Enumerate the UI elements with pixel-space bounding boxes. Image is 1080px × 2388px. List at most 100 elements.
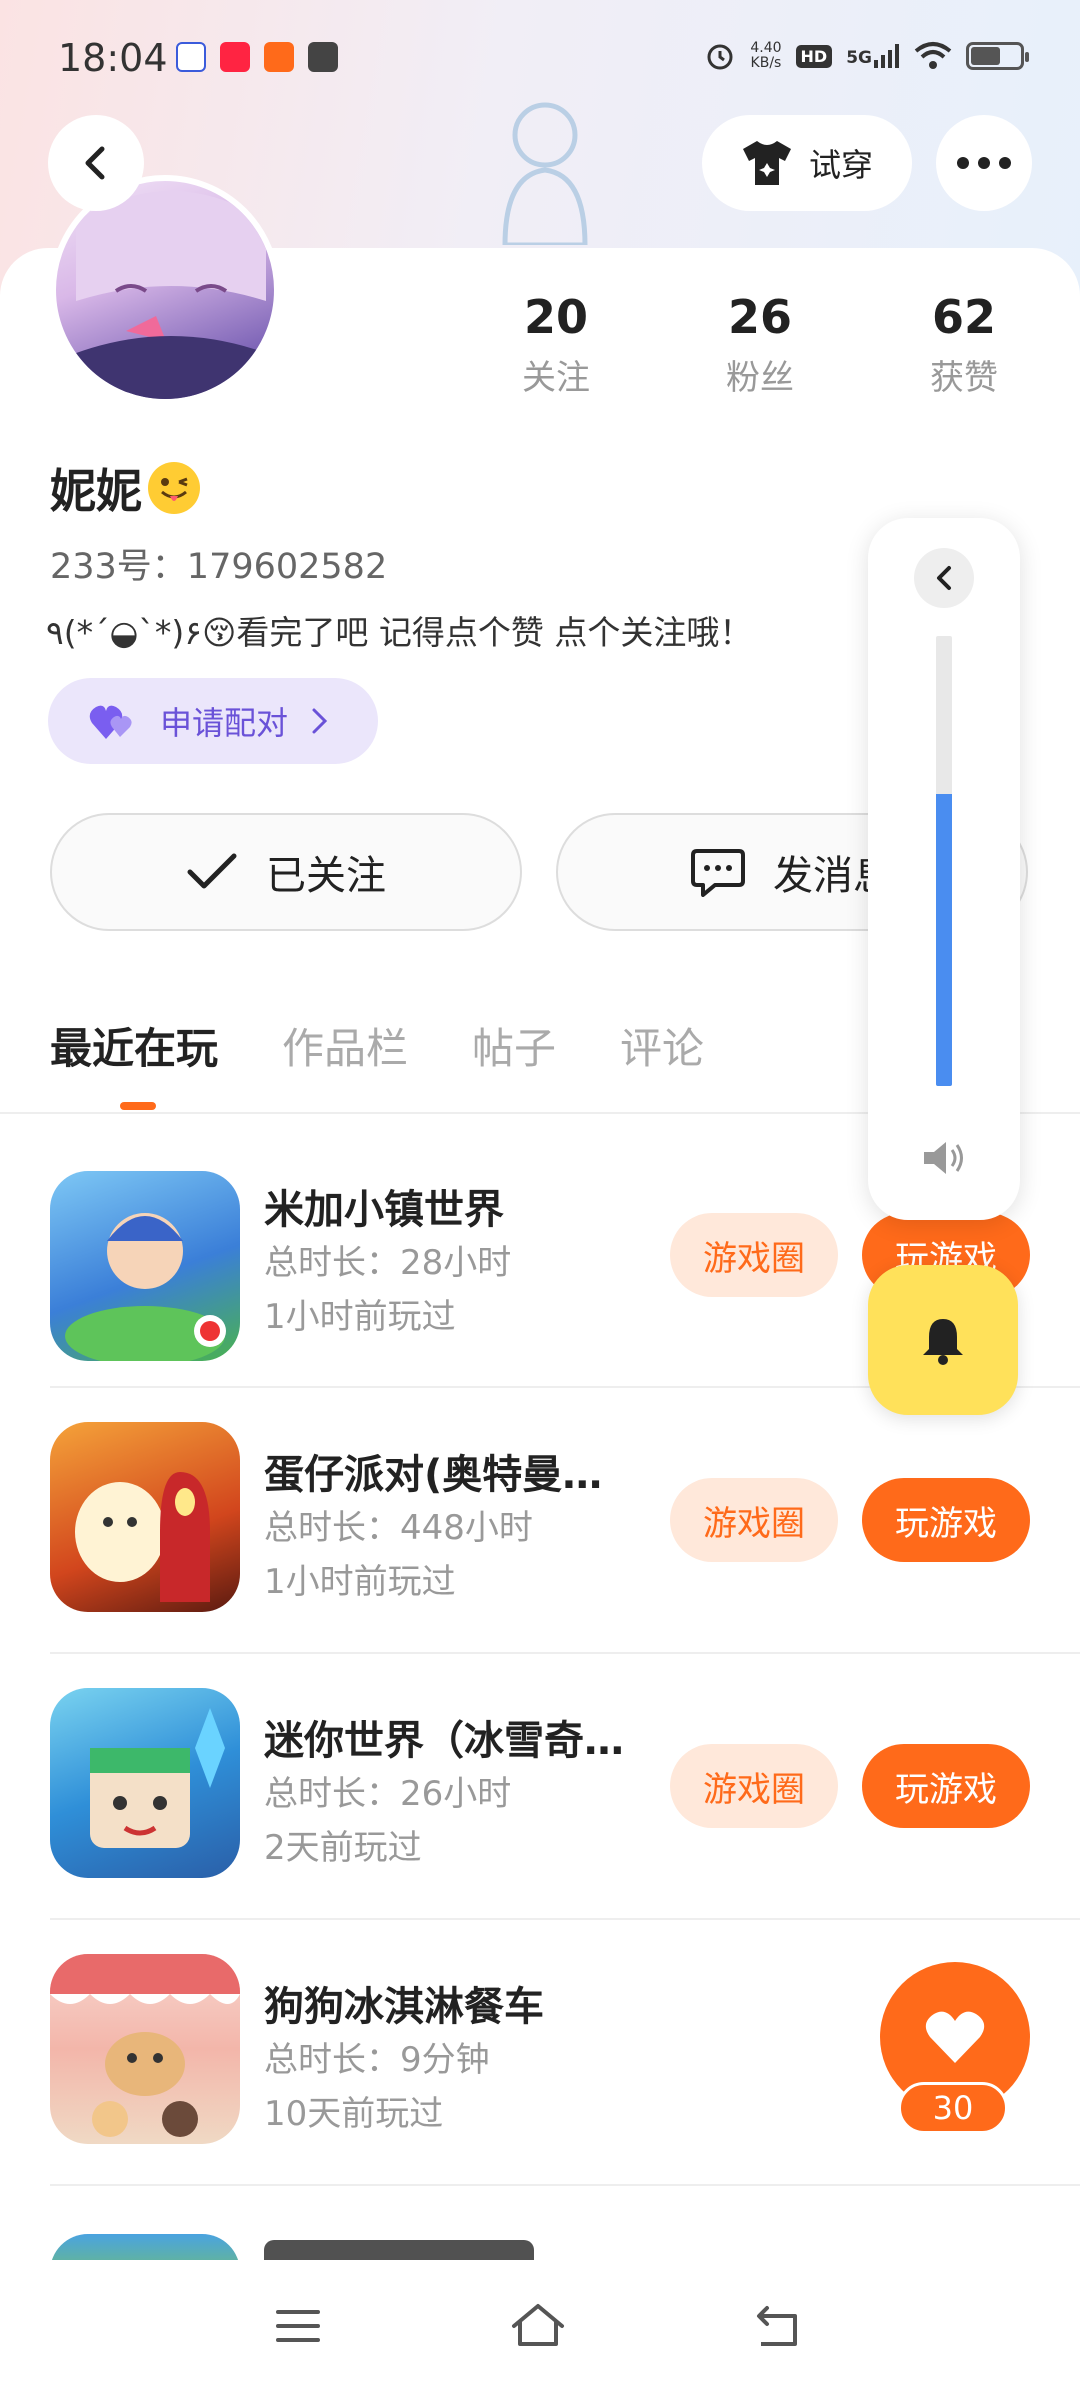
game-icon-partial <box>50 2234 240 2260</box>
stat-fans[interactable]: 26 粉丝 <box>680 290 840 399</box>
username-row: 妮妮 <box>50 455 200 521</box>
try-on-button[interactable]: 试穿 <box>702 115 912 211</box>
xiaohongshu-icon <box>220 42 250 72</box>
volume-slider[interactable] <box>936 636 952 1086</box>
net-speed-value: 4.40 <box>750 40 782 56</box>
profile-tabs: 最近在玩 作品栏 帖子 评论 <box>50 1015 704 1076</box>
game-last-played: 1小时前玩过 <box>264 1297 456 1337</box>
volume-collapse-button[interactable] <box>914 548 974 608</box>
video-app-icon <box>308 42 338 72</box>
menu-icon <box>276 2310 320 2342</box>
game-title: 蛋仔派对(奥特曼… <box>264 1452 603 1498</box>
volume-slider-fill <box>936 793 952 1086</box>
followed-label: 已关注 <box>266 853 386 899</box>
try-on-label: 试穿 <box>808 146 873 184</box>
net-speed: 4.40 KB/s <box>750 41 781 71</box>
game-circle-button[interactable]: 游戏圈 <box>670 1213 838 1297</box>
game-circle-button[interactable]: 游戏圈 <box>670 1744 838 1828</box>
stat-likes-label: 获赞 <box>930 358 998 398</box>
status-indicators: 4.40 KB/s HD 5G <box>704 40 1029 72</box>
speaker-icon[interactable] <box>914 1128 974 1188</box>
nav-back-button[interactable] <box>748 2296 808 2356</box>
system-nav-bar <box>0 2260 1080 2388</box>
battery-icon <box>966 42 1029 70</box>
back-button[interactable] <box>48 115 144 211</box>
tab-recently-played[interactable]: 最近在玩 <box>50 1015 218 1076</box>
play-game-button[interactable]: 玩游戏 <box>862 1744 1030 1828</box>
game-last-played: 10天前玩过 <box>264 2094 444 2134</box>
game-duration: 总时长：9分钟 <box>264 2040 490 2080</box>
home-icon <box>512 2304 564 2346</box>
wifi-icon <box>914 42 952 69</box>
heart-icon <box>925 2011 985 2063</box>
game-row[interactable]: 迷你世界（冰雪奇… 总时长：26小时 2天前玩过 游戏圈 玩游戏 <box>0 1666 1080 1932</box>
row-divider <box>50 2184 1080 2186</box>
heart-pair-icon <box>89 705 132 739</box>
alarm-icon <box>707 44 733 70</box>
stat-fans-value: 26 <box>727 290 792 344</box>
game-icon-miga-town <box>50 1171 240 1361</box>
bell-icon <box>923 1319 963 1365</box>
more-options-button[interactable] <box>936 115 1032 211</box>
network-type: 5G <box>846 48 872 68</box>
status-bar: 18:04 4.40 KB/s HD 5G <box>0 0 1080 110</box>
active-tab-indicator <box>120 1102 156 1110</box>
tab-posts[interactable]: 帖子 <box>472 1015 556 1076</box>
message-bubble-icon <box>691 849 745 897</box>
game-title: 狗狗冰淇淋餐车 <box>264 1984 544 2030</box>
row-divider <box>50 1652 1080 1654</box>
stat-fans-label: 粉丝 <box>726 358 794 398</box>
row-divider <box>50 1918 1080 1920</box>
game-icon-eggy-party <box>50 1422 240 1612</box>
nav-menu-button[interactable] <box>268 2296 328 2356</box>
back-nav-icon <box>757 2306 797 2346</box>
bio: ٩(*´◒`*)۶😚看完了吧 记得点个赞 点个关注哦！ <box>46 613 753 652</box>
stat-following-label: 关注 <box>522 358 590 398</box>
notification-bell-button[interactable] <box>868 1265 1018 1415</box>
nav-home-button[interactable] <box>508 2296 568 2356</box>
tongue-emoji-icon <box>148 462 200 514</box>
like-count: 30 <box>898 2082 1008 2134</box>
cellular-signal: 5G <box>846 44 900 68</box>
chevron-right-icon <box>312 708 328 734</box>
play-game-button[interactable]: 玩游戏 <box>862 1478 1030 1562</box>
game-title: 迷你世界（冰雪奇… <box>264 1718 624 1764</box>
net-speed-unit: KB/s <box>750 55 782 71</box>
stat-likes-value: 62 <box>931 290 996 344</box>
app-grid-icon <box>264 42 294 72</box>
status-app-icons <box>176 42 338 72</box>
tshirt-icon <box>742 141 791 185</box>
chevron-left-icon <box>937 566 951 590</box>
back-arrow-icon <box>85 146 105 180</box>
game-title-partial <box>264 2240 534 2260</box>
game-row[interactable]: 蛋仔派对(奥特曼… 总时长：448小时 1小时前玩过 游戏圈 玩游戏 <box>0 1400 1080 1666</box>
followed-button[interactable]: 已关注 <box>50 813 522 931</box>
username: 妮妮 <box>50 464 142 518</box>
dressup-figure-icon <box>502 102 588 245</box>
stat-following[interactable]: 20 关注 <box>476 290 636 399</box>
tab-works[interactable]: 作品栏 <box>282 1015 408 1076</box>
check-icon <box>187 853 237 889</box>
hd-badge: HD <box>795 44 833 68</box>
user-id: 233号：179602582 <box>50 547 388 587</box>
volume-panel <box>868 518 1020 1220</box>
signal-bars-icon <box>874 44 899 68</box>
game-duration: 总时长：26小时 <box>264 1774 512 1814</box>
apply-pair-label: 申请配对 <box>160 704 289 742</box>
baidu-icon <box>176 42 206 72</box>
game-duration: 总时长：448小时 <box>264 1508 533 1548</box>
game-circle-button[interactable]: 游戏圈 <box>670 1478 838 1562</box>
stat-following-value: 20 <box>523 290 588 344</box>
status-time: 18:04 <box>58 36 168 80</box>
stat-likes[interactable]: 62 获赞 <box>884 290 1044 399</box>
apply-pair-button[interactable]: 申请配对 <box>48 678 378 764</box>
tab-comments[interactable]: 评论 <box>620 1015 704 1076</box>
game-last-played: 2天前玩过 <box>264 1828 422 1868</box>
game-title: 米加小镇世界 <box>264 1187 504 1233</box>
game-icon-mini-world <box>50 1688 240 1878</box>
more-dots-icon <box>957 157 1011 169</box>
game-duration: 总时长：28小时 <box>264 1243 512 1283</box>
game-row-partial <box>0 2230 1080 2260</box>
game-last-played: 1小时前玩过 <box>264 1562 456 1602</box>
game-icon-dog-ice-cream-truck <box>50 1954 240 2144</box>
